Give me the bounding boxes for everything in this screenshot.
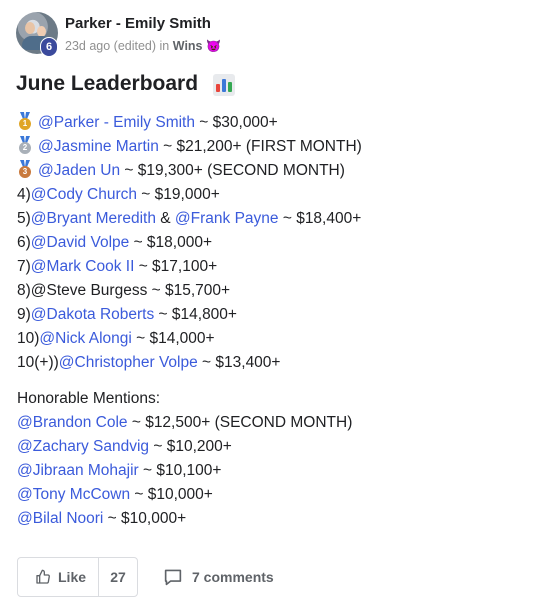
like-label: Like [58, 569, 87, 585]
like-button[interactable]: Like [18, 558, 99, 596]
user-mention-link[interactable]: @Parker - Emily Smith [38, 114, 195, 131]
honorable-row: @Zachary Sandvig ~ $10,200+ [17, 435, 527, 459]
joiner-text: & [155, 210, 175, 227]
post-time: 23d ago (edited) [65, 39, 157, 53]
amount-text: ~ $17,100+ [134, 258, 218, 275]
leaderboard-row: 10(+))@Christopher Volpe ~ $13,400+ [17, 351, 527, 375]
honorable-row: @Brandon Cole ~ $12,500+ (SECOND MONTH) [17, 411, 527, 435]
rank-label: 10(+)) [17, 354, 59, 371]
medal-number: 3 [19, 166, 31, 178]
leaderboard-row: 4)@Cody Church ~ $19,000+ [17, 183, 527, 207]
amount-text: ~ $19,000+ [137, 186, 220, 203]
amount-text: ~ $10,200+ [149, 438, 232, 455]
thumbs-up-icon [36, 569, 50, 584]
user-mention-link[interactable]: @Tony McCown [17, 486, 130, 503]
user-mention-link[interactable]: @Jibraan Mohajir [17, 462, 139, 479]
amount-text: ~ $14,000+ [131, 330, 215, 347]
user-mention-link[interactable]: @Mark Cook II [31, 258, 135, 275]
amount-text: ~ $19,300+ (SECOND MONTH) [120, 162, 345, 179]
post-header: 6 Parker - Emily Smith 23d ago (edited) … [16, 12, 516, 60]
leaderboard-row: 3 @Jaden Un ~ $19,300+ (SECOND MONTH) [17, 159, 527, 183]
amount-text: ~ $13,400+ [197, 354, 281, 371]
rank-label: 6) [17, 234, 31, 251]
medal-number: 2 [19, 142, 31, 154]
post-meta: 23d ago (edited) in Wins 😈 [65, 39, 221, 53]
medal-number: 1 [19, 118, 31, 130]
leaderboard-row: 8)@Steve Burgess ~ $15,700+ [17, 279, 527, 303]
honorable-row: @Tony McCown ~ $10,000+ [17, 483, 527, 507]
like-count[interactable]: 27 [99, 569, 137, 585]
user-mention-link[interactable]: @Jasmine Martin [38, 138, 159, 155]
honorable-heading: Honorable Mentions: [17, 390, 161, 407]
leaderboard-row: 7)@Mark Cook II ~ $17,100+ [17, 255, 527, 279]
avatar-person-left [25, 22, 35, 34]
amount-text: ~ $10,100+ [138, 462, 222, 479]
amount-text: ~ $18,400+ [278, 210, 362, 227]
medal-2-icon: 2 [17, 136, 33, 154]
amount-text: ~ $18,000+ [129, 234, 213, 251]
amount-text: ~ $12,500+ (SECOND MONTH) [127, 414, 353, 431]
leaderboard-row: 2 @Jasmine Martin ~ $21,200+ (FIRST MONTH… [17, 135, 527, 159]
author-name[interactable]: Parker - Emily Smith [65, 15, 211, 32]
comments-label: 7 comments [192, 569, 274, 585]
user-mention-link[interactable]: @Zachary Sandvig [17, 438, 149, 455]
category-emoji: 😈 [205, 39, 221, 53]
user-mention-link[interactable]: @Bilal Noori [17, 510, 103, 527]
user-mention-link[interactable]: @Christopher Volpe [59, 354, 198, 371]
post-body: 1 @Parker - Emily Smith ~ $30,000+ 2 @Jasmi… [17, 111, 527, 531]
amount-text: ~ $15,700+ [147, 282, 231, 299]
amount-text: ~ $10,000+ [130, 486, 213, 503]
amount-text: ~ $14,800+ [154, 306, 237, 323]
honorable-row: @Jibraan Mohajir ~ $10,100+ [17, 459, 527, 483]
user-mention-link[interactable]: @Cody Church [31, 186, 137, 203]
user-mention-link[interactable]: @Brandon Cole [17, 414, 128, 431]
user-mention-link[interactable]: @Bryant Meredith [31, 210, 156, 227]
leaderboard-row: 1 @Parker - Emily Smith ~ $30,000+ [17, 111, 527, 135]
leaderboard-list: 1 @Parker - Emily Smith ~ $30,000+ 2 @Jasmi… [17, 111, 527, 375]
category-link[interactable]: Wins [173, 39, 203, 53]
leaderboard-row: 9)@Dakota Roberts ~ $14,800+ [17, 303, 527, 327]
level-badge: 6 [40, 37, 58, 57]
comments-button[interactable]: 7 comments [163, 568, 274, 586]
user-mention-link[interactable]: @Dakota Roberts [31, 306, 154, 323]
user-mention-link[interactable]: @David Volpe [31, 234, 129, 251]
leaderboard-row: 5)@Bryant Meredith & @Frank Payne ~ $18,… [17, 207, 527, 231]
user-mention-link[interactable]: @Frank Payne [175, 210, 279, 227]
user-mention-link[interactable]: @Jaden Un [38, 162, 120, 179]
avatar[interactable]: 6 [16, 12, 58, 57]
leaderboard-row: 10)@Nick Alongi ~ $14,000+ [17, 327, 527, 351]
amount-text: ~ $30,000+ [194, 114, 278, 131]
user-mention-link[interactable]: @Nick Alongi [39, 330, 131, 347]
rank-label: 8)@Steve Burgess [17, 282, 148, 299]
chart-icon [213, 74, 235, 96]
medal-3-icon: 3 [17, 160, 33, 178]
in-label: in [159, 39, 170, 53]
rank-label: 5) [17, 210, 31, 227]
amount-text: ~ $21,200+ (FIRST MONTH) [158, 138, 362, 155]
medal-1-icon: 1 [17, 112, 33, 130]
amount-text: ~ $10,000+ [103, 510, 187, 527]
rank-label: 9) [17, 306, 31, 323]
honorable-list: @Brandon Cole ~ $12,500+ (SECOND MONTH) @… [17, 411, 527, 531]
leaderboard-row: 6)@David Volpe ~ $18,000+ [17, 231, 527, 255]
rank-label: 10) [17, 330, 40, 347]
honorable-row: @Bilal Noori ~ $10,000+ [17, 507, 527, 531]
comment-bubble-icon [164, 569, 182, 586]
rank-label: 4) [17, 186, 31, 203]
post-title: June Leaderboard [16, 72, 199, 95]
rank-label: 7) [17, 258, 31, 275]
like-box: Like 27 [17, 557, 138, 597]
